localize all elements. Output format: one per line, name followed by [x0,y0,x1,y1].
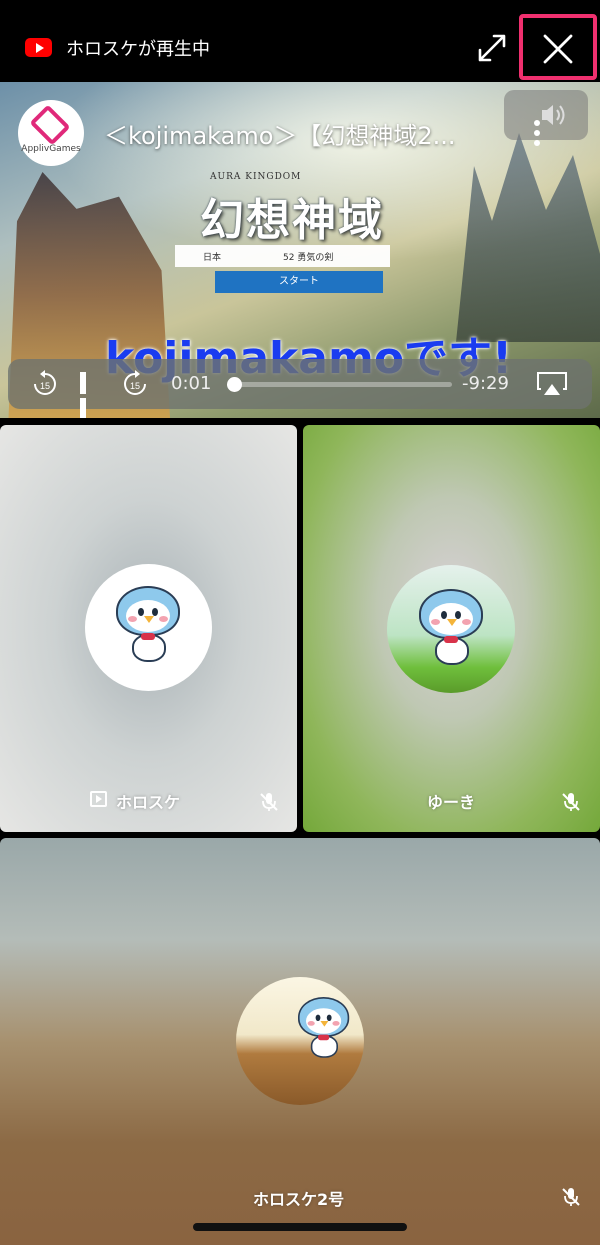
participant-tile[interactable]: ゆーき [303,425,600,832]
game-logo-subtitle: AURA KINGDOM [210,172,302,182]
channel-logo[interactable]: ApplivGames [18,100,84,166]
now-playing-title: ホロスケが再生中 [66,39,210,60]
participant-tile[interactable]: ホロスケ [0,425,297,832]
rewind-15-icon[interactable]: 15 [32,369,58,399]
forward-15-icon[interactable]: 15 [122,369,148,399]
game-server-bar: 日本 52 勇気の剣 [175,245,390,267]
video-player[interactable]: ApplivGames ＜kojimakamo＞【幻想神域2... AURA K… [0,82,600,418]
game-logo: AURA KINGDOM 幻想神域 [180,172,420,246]
channel-logo-text: ApplivGames [21,144,81,154]
game-start-label: スタート [215,271,383,293]
avatar [387,565,515,693]
volume-button[interactable] [504,90,588,140]
participant-name: ホロスケ2号 [253,1190,345,1209]
expand-button[interactable] [474,30,510,66]
screen-share-icon [90,791,107,807]
rewind-seconds: 15 [40,381,50,391]
current-time: 0:01 [171,373,212,394]
pause-button[interactable] [80,372,100,418]
participant-name: ホロスケ [116,793,181,812]
video-title: ＜kojimakamo＞【幻想神域2... [104,122,456,150]
forward-seconds: 15 [130,381,140,391]
game-logo-title: 幻想神域 [200,195,384,246]
game-server: 52 勇気の剣 [283,253,334,263]
more-icon [534,120,540,126]
playback-controls: 15 15 0:01 -9:29 [8,359,592,418]
top-bar: ホロスケが再生中 [0,0,600,82]
home-indicator[interactable] [193,1223,407,1231]
participant-name: ゆーき [427,793,476,812]
mic-muted-icon [562,793,580,811]
mic-muted-icon [562,1188,580,1206]
avatar [85,564,212,691]
close-icon [543,34,573,64]
pause-icon [80,372,86,394]
mic-muted-icon [260,793,278,811]
expand-icon [478,34,506,62]
appliv-logo-icon [29,104,71,146]
airplay-icon[interactable] [536,371,568,397]
close-button[interactable] [519,14,597,80]
participant-tile[interactable]: ホロスケ2号 [0,838,600,1245]
more-options-button[interactable] [532,120,542,150]
game-region: 日本 [203,253,222,263]
speaker-icon [542,105,565,125]
youtube-icon [25,38,52,57]
avatar [236,977,364,1105]
seek-bar[interactable] [227,377,452,392]
seek-knob[interactable] [227,377,243,392]
remaining-time: -9:29 [462,373,509,394]
